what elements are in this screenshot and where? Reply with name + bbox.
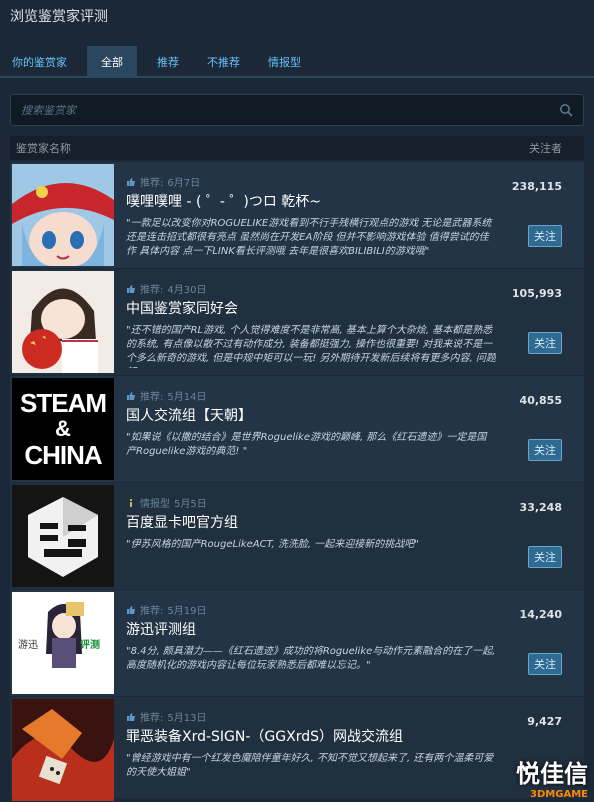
review-date: 5月14日 (167, 392, 207, 403)
curator-row[interactable]: 推荐: 6月7日 噗哩噗哩 - ( ゜- ゜)つロ 乾杯~ "一款足以改变你对R… (10, 162, 584, 269)
recommendation-type: 推荐: (140, 713, 164, 724)
review-excerpt: "一款足以改变你对ROGUELIKE游戏看到不行手残横行观点的游戏 无论是武器系… (126, 218, 492, 257)
review-date: 5月13日 (167, 713, 207, 724)
review-excerpt: "还不错的国产RL游戏, 个人觉得难度不是非常高, 基本上算个大杂烩, 基本都是… (126, 325, 496, 368)
list-header: 鉴赏家名称 关注者 (10, 136, 584, 160)
recommendation-type: 推荐: (140, 606, 164, 617)
logo-text-ampersand: & (55, 416, 71, 441)
tab-informational[interactable]: 情报型 (260, 46, 309, 76)
curator-row[interactable]: 游迅 评测 推荐: 5月19日 游迅评测组 "8.4分, 颇具潜力——《红石遗迹… (10, 590, 584, 697)
follow-button[interactable]: 关注 (528, 439, 562, 461)
curator-name[interactable]: 罪恶装备Xrd-SIGN-（GGXrdS）网战交流组 (126, 726, 584, 746)
curator-row[interactable]: STEAM & CHINA 推荐: 5月14日 国人交流组【天朝】 "如果说《以… (10, 376, 584, 483)
search-input[interactable] (21, 103, 559, 117)
avatar[interactable] (12, 699, 114, 801)
review-date: 5月5日 (174, 499, 207, 510)
guilty-gear-avatar (12, 699, 114, 801)
curator-name[interactable]: 中国鉴赏家同好会 (126, 298, 584, 318)
follower-count: 33,248 (519, 501, 562, 514)
recommendation-type: 推荐: (140, 178, 164, 189)
review-date: 6月7日 (167, 178, 201, 189)
avatar[interactable] (12, 485, 114, 587)
follower-count: 9,427 (527, 715, 562, 728)
curator-info: 推荐: 6月7日 噗哩噗哩 - ( ゜- ゜)つロ 乾杯~ "一款足以改变你对R… (116, 162, 584, 268)
curator-info: 推荐: 5月14日 国人交流组【天朝】 "如果说《以撒的结合》是世界Roguel… (116, 376, 584, 482)
curator-info: 推荐: 5月19日 游迅评测组 "8.4分, 颇具潜力——《红石遗迹》成功的将R… (116, 590, 584, 696)
thumbs-up-icon (127, 284, 135, 293)
thumbs-up-icon (127, 605, 135, 614)
curator-name-column-header: 鉴赏家名称 (16, 142, 71, 155)
follow-button[interactable]: 关注 (528, 653, 562, 675)
recommendation-line: 情报型 5月5日 (126, 495, 584, 510)
tab-bar: 你的鉴赏家 全部 推荐 不推荐 情报型 (0, 46, 594, 76)
curator-info: 推荐: 4月30日 中国鉴赏家同好会 "还不错的国产RL游戏, 个人觉得难度不是… (116, 269, 584, 375)
follower-count: 14,240 (519, 608, 562, 621)
recommendation-type: 推荐: (140, 285, 164, 296)
follower-count: 238,115 (511, 180, 562, 193)
review-date: 5月19日 (167, 606, 207, 617)
anime-girl-globe-avatar (12, 271, 114, 373)
curator-list: 推荐: 6月7日 噗哩噗哩 - ( ゜- ゜)つロ 乾杯~ "一款足以改变你对R… (10, 162, 584, 801)
curator-row[interactable]: 推荐: 4月30日 中国鉴赏家同好会 "还不错的国产RL游戏, 个人觉得难度不是… (10, 269, 584, 376)
follow-button[interactable]: 关注 (528, 225, 562, 247)
page-title: 浏览鉴赏家评测 (0, 0, 594, 40)
thumbs-up-icon (127, 391, 135, 400)
tab-recommended[interactable]: 推荐 (149, 46, 187, 76)
avatar[interactable] (12, 271, 114, 373)
curator-row[interactable]: 情报型 5月5日 百度显卡吧官方组 "伊苏风格的国产RougeLikeACT, … (10, 483, 584, 590)
thumbs-up-icon (127, 712, 135, 721)
steam-china-logo: STEAM & CHINA (12, 378, 114, 480)
tab-underline (0, 76, 594, 78)
search-box (10, 94, 584, 126)
follower-count: 40,855 (519, 394, 562, 407)
avatar-text-review: 评测 (80, 640, 100, 651)
anime-girl-red-hat-avatar (12, 164, 114, 266)
thumbs-up-icon (127, 177, 135, 186)
tab-all[interactable]: 全部 (87, 46, 137, 76)
info-icon (130, 498, 132, 507)
avatar[interactable]: STEAM & CHINA (12, 378, 114, 480)
curator-name[interactable]: 国人交流组【天朝】 (126, 405, 584, 425)
recommendation-line: 推荐: 5月19日 (126, 602, 584, 617)
review-excerpt: "8.4分, 颇具潜力——《红石遗迹》成功的将Roguelike与动作元素融合的… (126, 646, 496, 671)
recommendation-type: 推荐: (140, 392, 164, 403)
follower-count: 105,993 (511, 287, 562, 300)
recommendation-line: 推荐: 5月14日 (126, 388, 584, 403)
recommendation-line: 推荐: 5月13日 (126, 709, 584, 724)
review-excerpt: "伊苏风格的国产RougeLikeACT, 洗洗脸, 一起来迎接新的挑战吧" (126, 539, 419, 550)
tab-not-recommended[interactable]: 不推荐 (199, 46, 248, 76)
review-excerpt: "曾经游戏中有一个红发色魔陪伴童年好久, 不知不觉又想起来了, 还有两个温柔可爱… (126, 753, 494, 778)
recommendation-type: 情报型 (140, 499, 170, 510)
watermark-site: 3DMGAME (530, 789, 588, 800)
follow-button[interactable]: 关注 (528, 546, 562, 568)
avatar-text-youxun: 游迅 (18, 640, 38, 651)
curator-name[interactable]: 游迅评测组 (126, 619, 584, 639)
logo-text-china: CHINA (24, 440, 102, 470)
followers-column-header: 关注者 (529, 142, 562, 155)
curator-row[interactable]: 推荐: 5月13日 罪恶装备Xrd-SIGN-（GGXrdS）网战交流组 "曾经… (10, 697, 584, 801)
baidu-gpu-bar-logo (12, 485, 114, 587)
curator-name[interactable]: 噗哩噗哩 - ( ゜- ゜)つロ 乾杯~ (126, 191, 584, 211)
curator-info: 情报型 5月5日 百度显卡吧官方组 "伊苏风格的国产RougeLikeACT, … (116, 483, 584, 589)
review-excerpt: "如果说《以撒的结合》是世界Roguelike游戏的巅峰, 那么《红石遗迹》一定… (126, 432, 487, 457)
review-date: 4月30日 (167, 285, 207, 296)
avatar[interactable]: 游迅 评测 (12, 592, 114, 694)
tab-your-curators[interactable]: 你的鉴赏家 (4, 46, 75, 76)
follow-button[interactable]: 关注 (528, 332, 562, 354)
logo-text-steam: STEAM (20, 388, 107, 418)
avatar[interactable] (12, 164, 114, 266)
watermark: 悦佳信 3DMGAME (502, 754, 588, 800)
curator-name[interactable]: 百度显卡吧官方组 (126, 512, 584, 532)
watermark-text: 悦佳信 (516, 760, 588, 788)
search-icon[interactable] (559, 103, 573, 117)
